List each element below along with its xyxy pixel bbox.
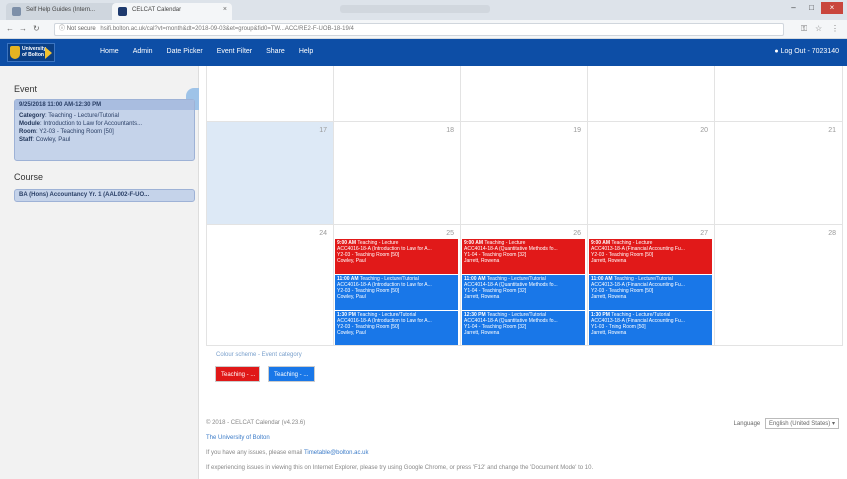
day-number: 17 xyxy=(319,127,327,134)
calendar-day-cell[interactable]: 28 xyxy=(715,225,843,345)
chevron-icon xyxy=(45,47,52,59)
calendar-day-cell[interactable]: 25 9:00 AM Teaching - Lecture ACC4016-18… xyxy=(334,225,461,345)
maximize-icon[interactable]: □ xyxy=(803,2,820,14)
tab-label: Self Help Guides (Intern... xyxy=(26,7,96,13)
window-controls: – □ × xyxy=(785,2,843,15)
reload-icon[interactable]: ↻ xyxy=(33,24,40,33)
calendar-day-cell[interactable] xyxy=(588,66,715,121)
calendar-day-cell[interactable]: 26 9:00 AM Teaching - Lecture ACC4014-18… xyxy=(461,225,588,345)
logo-line-2: of Bolton xyxy=(22,52,44,58)
minimize-icon[interactable]: – xyxy=(785,2,802,14)
address-bar-row: ← → ↻ ⓘ Not secure hsifi.bolton.ac.uk/ca… xyxy=(0,20,847,39)
calendar-day-cell[interactable]: 20 xyxy=(588,122,715,224)
day-number: 18 xyxy=(446,127,454,134)
organisation-link[interactable]: The University of Bolton xyxy=(206,435,270,441)
event-block[interactable]: 1:30 PM Teaching - Lecture/Tutorial ACC4… xyxy=(589,311,712,345)
contact-email-link[interactable]: Timetable@bolton.ac.uk xyxy=(304,450,369,456)
calendar-day-cell[interactable]: 17 xyxy=(207,122,334,224)
blurred-region xyxy=(340,5,490,13)
url-text: hsifi.bolton.ac.uk/cal?vt=month&dt=2018-… xyxy=(100,26,354,32)
menu-dots-icon[interactable]: ⋮ xyxy=(831,24,839,33)
crest-icon xyxy=(10,46,20,59)
menu-home[interactable]: Home xyxy=(100,48,119,55)
calendar-day-cell[interactable]: 18 xyxy=(334,122,461,224)
legend-item-lecture[interactable]: Teaching - ... xyxy=(215,366,260,382)
event-heading: Event xyxy=(14,84,38,94)
event-time: 9/25/2018 11:00 AM-12:30 PM xyxy=(15,100,194,110)
page-icon xyxy=(12,7,21,16)
calendar-week-row: 24 25 9:00 AM Teaching - Lecture ACC4016… xyxy=(207,225,843,346)
event-room-line: Room: Y2-03 - Teaching Room [50] xyxy=(19,129,114,135)
event-module-line: Module: Introduction to Law for Accounta… xyxy=(19,121,143,127)
day-number: 24 xyxy=(319,230,327,237)
day-number: 20 xyxy=(700,127,708,134)
day-number: 19 xyxy=(573,127,581,134)
menu-event-filter[interactable]: Event Filter xyxy=(217,48,252,55)
forward-icon[interactable]: → xyxy=(19,24,27,33)
legend-title[interactable]: Colour scheme - Event category xyxy=(216,352,302,358)
course-heading: Course xyxy=(14,172,44,182)
event-block[interactable]: 9:00 AM Teaching - Lecture ACC4016-18-A … xyxy=(335,239,458,274)
selected-event-card[interactable]: 9/25/2018 11:00 AM-12:30 PM Category: Te… xyxy=(14,99,195,161)
language-label: Language xyxy=(733,421,761,427)
user-icon: ● xyxy=(774,48,779,55)
language-selector: Language English (United States) ▾ xyxy=(734,418,839,429)
day-number: 21 xyxy=(828,127,836,134)
calendar-icon xyxy=(118,7,127,16)
calendar-week-row: 17 18 19 20 21 xyxy=(207,122,843,225)
calendar-day-cell[interactable]: 19 xyxy=(461,122,588,224)
menu-admin[interactable]: Admin xyxy=(133,48,153,55)
day-number: 25 xyxy=(446,230,454,237)
url-input[interactable]: ⓘ Not secure hsifi.bolton.ac.uk/cal?vt=m… xyxy=(54,23,784,36)
ie-notice: If experiencing issues in viewing this o… xyxy=(206,465,594,471)
event-block[interactable]: 1:30 PM Teaching - Lecture/Tutorial ACC4… xyxy=(335,311,458,345)
calendar-day-cell[interactable] xyxy=(207,66,334,121)
event-block[interactable]: 11:00 AM Teaching - Lecture/Tutorial ACC… xyxy=(462,275,585,310)
contact-line: If you have any issues, please email Tim… xyxy=(206,450,369,456)
menu-help[interactable]: Help xyxy=(299,48,313,55)
course-item[interactable]: BA (Hons) Accountancy Yr. 1 (AAL002-F-UO… xyxy=(14,189,195,202)
language-select[interactable]: English (United States) ▾ xyxy=(764,418,839,429)
month-calendar: 17 18 19 20 21 24 25 9:00 AM Teaching - … xyxy=(206,66,843,346)
logout-label: Log Out - 7023140 xyxy=(780,48,839,55)
key-icon[interactable]: ⚿ xyxy=(801,24,807,34)
event-block[interactable]: 11:00 AM Teaching - Lecture/Tutorial ACC… xyxy=(335,275,458,310)
copyright: © 2018 - CELCAT Calendar (v4.23.6) xyxy=(206,420,306,426)
app-header: University of Bolton Home Admin Date Pic… xyxy=(0,39,847,66)
calendar-day-cell[interactable] xyxy=(334,66,461,121)
close-tab-icon[interactable]: × xyxy=(223,6,227,13)
event-category-line: Category: Teaching - Lecture/Tutorial xyxy=(19,113,120,119)
calendar-day-cell[interactable]: 27 9:00 AM Teaching - Lecture ACC4013-18… xyxy=(588,225,715,345)
menu-share[interactable]: Share xyxy=(266,48,285,55)
event-block[interactable]: 9:00 AM Teaching - Lecture ACC4014-18-A … xyxy=(462,239,585,274)
calendar-day-cell[interactable]: 21 xyxy=(715,122,843,224)
sidebar: Event 9/25/2018 11:00 AM-12:30 PM Catego… xyxy=(0,66,199,479)
day-number: 26 xyxy=(573,230,581,237)
day-number: 27 xyxy=(700,230,708,237)
security-label: Not secure xyxy=(66,26,96,32)
main-menu: Home Admin Date Picker Event Filter Shar… xyxy=(100,48,313,55)
tab-label: CELCAT Calendar xyxy=(132,7,182,13)
university-logo[interactable]: University of Bolton xyxy=(7,43,55,62)
close-window-icon[interactable]: × xyxy=(821,2,843,14)
day-number: 28 xyxy=(828,230,836,237)
browser-tab-celcat[interactable]: CELCAT Calendar × xyxy=(112,3,232,20)
star-icon[interactable]: ☆ xyxy=(815,24,822,33)
browser-tabbar: Self Help Guides (Intern... × CELCAT Cal… xyxy=(0,0,847,20)
legend-item-tutorial[interactable]: Teaching - ... xyxy=(268,366,315,382)
menu-date-picker[interactable]: Date Picker xyxy=(167,48,203,55)
back-icon[interactable]: ← xyxy=(6,24,14,33)
event-block[interactable]: 9:00 AM Teaching - Lecture ACC4013-18-A … xyxy=(589,239,712,274)
event-block[interactable]: 12:30 PM Teaching - Lecture/Tutorial ACC… xyxy=(462,311,585,345)
browser-tab-help-guides[interactable]: Self Help Guides (Intern... × xyxy=(6,3,124,20)
calendar-day-cell[interactable] xyxy=(715,66,843,121)
logout-link[interactable]: ● Log Out - 7023140 xyxy=(774,48,839,55)
calendar-day-cell[interactable]: 24 xyxy=(207,225,334,345)
event-staff-line: Staff: Cowley, Paul xyxy=(19,137,71,143)
calendar-week-row xyxy=(207,66,843,122)
info-icon[interactable]: ⓘ xyxy=(59,26,65,32)
event-block[interactable]: 11:00 AM Teaching - Lecture/Tutorial ACC… xyxy=(589,275,712,310)
calendar-day-cell[interactable] xyxy=(461,66,588,121)
